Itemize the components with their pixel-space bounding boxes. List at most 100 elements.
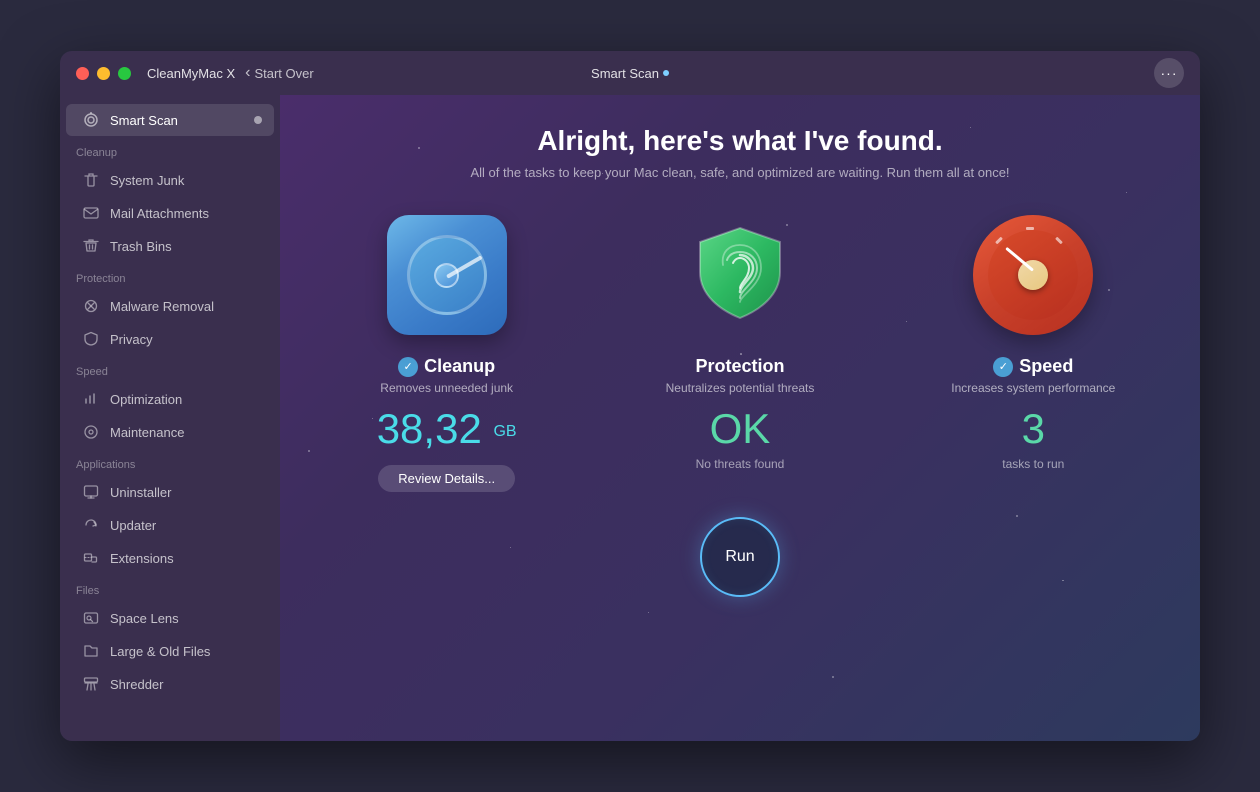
sidebar-item-system-junk[interactable]: System Junk xyxy=(66,164,274,196)
main-content: Alright, here's what I've found. All of … xyxy=(280,95,1200,741)
minimize-button[interactable] xyxy=(97,67,110,80)
cleanup-unit: GB xyxy=(493,423,516,440)
more-options-button[interactable]: ··· xyxy=(1154,58,1184,88)
optimization-icon xyxy=(82,390,100,408)
sidebar-label-malware-removal: Malware Removal xyxy=(110,299,214,314)
sidebar-item-updater[interactable]: Updater xyxy=(66,509,274,541)
shredder-icon xyxy=(82,675,100,693)
protection-subtitle: Neutralizes potential threats xyxy=(666,381,815,395)
malware-removal-icon xyxy=(82,297,100,315)
review-details-button[interactable]: Review Details... xyxy=(378,465,515,492)
privacy-icon xyxy=(82,330,100,348)
subheadline: All of the tasks to keep your Mac clean,… xyxy=(470,165,1009,180)
sidebar-label-system-junk: System Junk xyxy=(110,173,184,188)
sidebar-item-shredder[interactable]: Shredder xyxy=(66,668,274,700)
speed-icon-wrap xyxy=(968,210,1098,340)
protection-card: Protection Neutralizes potential threats… xyxy=(603,210,876,492)
sidebar-label-optimization: Optimization xyxy=(110,392,182,407)
nav-back-button[interactable]: ‹ Start Over xyxy=(245,64,314,82)
extensions-icon xyxy=(82,549,100,567)
star xyxy=(648,612,649,613)
sidebar-item-optimization[interactable]: Optimization xyxy=(66,383,274,415)
sidebar-label-privacy: Privacy xyxy=(110,332,153,347)
speed-value: 3 xyxy=(1022,405,1045,453)
title-bar: CleanMyMac X ‹ Start Over Smart Scan ··· xyxy=(60,51,1200,95)
sidebar-item-large-old-files[interactable]: Large & Old Files xyxy=(66,635,274,667)
sidebar-label-smart-scan: Smart Scan xyxy=(110,113,178,128)
maintenance-icon xyxy=(82,423,100,441)
protection-title: Protection xyxy=(695,356,784,377)
speed-subtitle: Increases system performance xyxy=(951,381,1115,395)
speed-title: Speed xyxy=(1019,356,1073,377)
center-title: Smart Scan xyxy=(591,66,669,81)
app-window: CleanMyMac X ‹ Start Over Smart Scan ··· xyxy=(60,51,1200,741)
app-title: CleanMyMac X xyxy=(147,66,235,81)
cleanup-check-icon: ✓ xyxy=(398,357,418,377)
headline: Alright, here's what I've found. xyxy=(537,125,942,157)
cleanup-title: Cleanup xyxy=(424,356,495,377)
center-title-text: Smart Scan xyxy=(591,66,659,81)
protection-value: OK xyxy=(710,405,771,453)
sidebar-label-large-old-files: Large & Old Files xyxy=(110,644,210,659)
speed-check-icon: ✓ xyxy=(993,357,1013,377)
sidebar-item-privacy[interactable]: Privacy xyxy=(66,323,274,355)
speed-title-row: ✓ Speed xyxy=(993,356,1073,377)
sidebar-item-uninstaller[interactable]: Uninstaller xyxy=(66,476,274,508)
protection-icon-wrap xyxy=(675,210,805,340)
disk-inner xyxy=(407,235,487,315)
sidebar-item-trash-bins[interactable]: Trash Bins xyxy=(66,230,274,262)
sidebar-label-mail-attachments: Mail Attachments xyxy=(110,206,209,221)
sidebar-label-extensions: Extensions xyxy=(110,551,174,566)
sidebar: Smart Scan Cleanup System Junk xyxy=(60,95,280,741)
star xyxy=(832,676,834,678)
nav-back-label: Start Over xyxy=(254,66,313,81)
content-inner: Alright, here's what I've found. All of … xyxy=(280,95,1200,597)
close-button[interactable] xyxy=(76,67,89,80)
sidebar-label-uninstaller: Uninstaller xyxy=(110,485,171,500)
cards-container: ✓ Cleanup Removes unneeded junk 38,32 GB… xyxy=(280,210,1200,492)
cleanup-subtitle: Removes unneeded junk xyxy=(380,381,513,395)
traffic-lights xyxy=(76,67,131,80)
disk-icon xyxy=(387,215,507,335)
speed-note: tasks to run xyxy=(1002,457,1064,471)
mail-attachments-icon xyxy=(82,204,100,222)
sidebar-label-trash-bins: Trash Bins xyxy=(110,239,172,254)
shield-svg xyxy=(685,220,795,330)
cleanup-title-row: ✓ Cleanup xyxy=(398,356,495,377)
space-lens-icon xyxy=(82,609,100,627)
cleanup-card: ✓ Cleanup Removes unneeded junk 38,32 GB… xyxy=(310,210,583,492)
trash-bins-icon xyxy=(82,237,100,255)
chevron-left-icon: ‹ xyxy=(245,64,250,82)
gauge-inner xyxy=(988,230,1078,320)
cleanup-value: 38,32 GB xyxy=(377,405,517,453)
section-label-speed: Speed xyxy=(60,356,280,382)
main-layout: Smart Scan Cleanup System Junk xyxy=(60,95,1200,741)
speed-card: ✓ Speed Increases system performance 3 t… xyxy=(897,210,1170,492)
smart-scan-icon xyxy=(82,111,100,129)
section-label-applications: Applications xyxy=(60,449,280,475)
protection-note: No threats found xyxy=(696,457,785,471)
shield-wrap xyxy=(680,215,800,335)
sidebar-item-mail-attachments[interactable]: Mail Attachments xyxy=(66,197,274,229)
section-label-cleanup: Cleanup xyxy=(60,137,280,163)
run-button[interactable]: Run xyxy=(700,517,780,597)
uninstaller-icon xyxy=(82,483,100,501)
more-icon: ··· xyxy=(1161,65,1178,81)
gauge-mark xyxy=(1026,227,1034,230)
run-button-wrap: Run xyxy=(700,517,780,597)
section-label-files: Files xyxy=(60,575,280,601)
section-label-protection: Protection xyxy=(60,263,280,289)
sidebar-label-space-lens: Space Lens xyxy=(110,611,179,626)
sidebar-item-malware-removal[interactable]: Malware Removal xyxy=(66,290,274,322)
updater-icon xyxy=(82,516,100,534)
sidebar-item-extensions[interactable]: Extensions xyxy=(66,542,274,574)
gauge-icon xyxy=(973,215,1093,335)
cleanup-icon-wrap xyxy=(382,210,512,340)
system-junk-icon xyxy=(82,171,100,189)
sidebar-item-space-lens[interactable]: Space Lens xyxy=(66,602,274,634)
sidebar-label-updater: Updater xyxy=(110,518,156,533)
sidebar-item-maintenance[interactable]: Maintenance xyxy=(66,416,274,448)
active-indicator xyxy=(254,116,262,124)
maximize-button[interactable] xyxy=(118,67,131,80)
sidebar-item-smart-scan[interactable]: Smart Scan xyxy=(66,104,274,136)
